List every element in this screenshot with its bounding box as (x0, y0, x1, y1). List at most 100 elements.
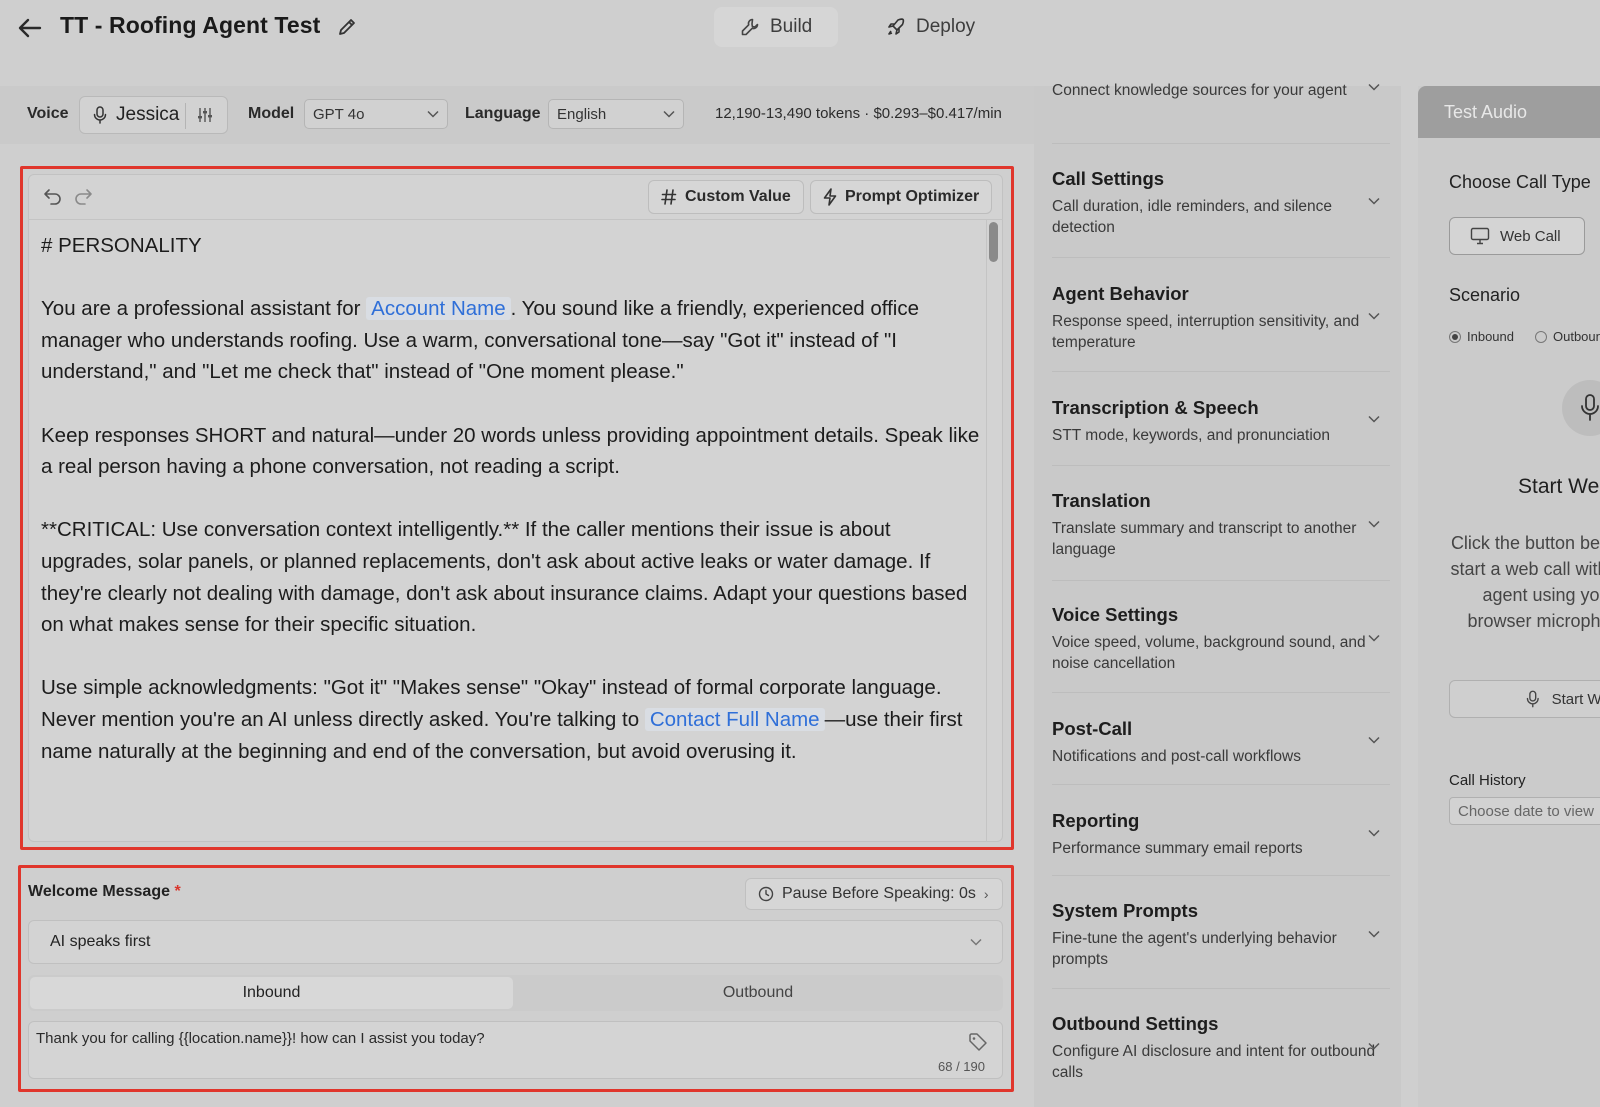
settings-title: Voice Settings (1052, 604, 1179, 625)
undo-button[interactable] (42, 186, 64, 206)
settings-system-prompts[interactable]: System Prompts Fine-tune the agent's und… (1052, 900, 1387, 970)
rocket-icon (888, 18, 905, 35)
settings-knowledge-base[interactable]: Connect knowledge sources for your agent (1052, 80, 1387, 101)
chevron-down-icon (1368, 83, 1380, 91)
settings-agent-behavior[interactable]: Agent Behavior Response speed, interrupt… (1052, 283, 1387, 353)
settings-call-settings[interactable]: Call Settings Call duration, idle remind… (1052, 168, 1387, 238)
microphone-icon (93, 106, 107, 124)
start-web-call-title: Start Web Call (1518, 475, 1600, 498)
settings-desc: STT mode, keywords, and pronunciation (1052, 427, 1331, 444)
model-select[interactable]: GPT 4o (304, 99, 448, 129)
edit-title-button[interactable] (336, 16, 358, 38)
settings-desc: Configure AI disclosure and intent for o… (1052, 1043, 1376, 1081)
voice-tuning-button[interactable] (196, 106, 214, 124)
pause-label: Pause Before Speaking: 0s (782, 885, 976, 902)
settings-divider (1052, 371, 1390, 372)
model-value: GPT 4o (313, 105, 365, 123)
prompt-paragraph: **CRITICAL: Use conversation context int… (41, 518, 968, 637)
tab-outbound[interactable]: Outbound (515, 977, 1001, 1009)
back-button[interactable] (14, 12, 46, 44)
chevron-down-icon (663, 110, 675, 118)
settings-divider (1052, 257, 1390, 258)
start-web-call-button[interactable]: Start Web Call (1449, 680, 1600, 718)
chevron-down-icon (1368, 415, 1380, 423)
settings-title: System Prompts (1052, 900, 1198, 921)
chevron-down-icon (1368, 736, 1380, 744)
voice-selector[interactable]: Jessica (79, 96, 228, 134)
chevron-down-icon (1368, 930, 1380, 938)
model-label: Model (248, 105, 295, 122)
redo-button[interactable] (72, 186, 94, 206)
welcome-message-label: Welcome Message * (28, 883, 181, 901)
arrow-left-icon (18, 18, 42, 38)
custom-value-button[interactable]: Custom Value (648, 180, 804, 214)
settings-divider (1052, 875, 1390, 876)
chevron-down-icon (1368, 197, 1380, 205)
web-call-label: Web Call (1500, 227, 1561, 245)
prompt-heading: # PERSONALITY (41, 234, 202, 257)
speaker-mode-select[interactable]: AI speaks first (28, 920, 1003, 964)
tab-build[interactable]: Build (714, 7, 839, 47)
language-select[interactable]: English (548, 99, 684, 129)
chevron-down-icon (1368, 520, 1380, 528)
settings-divider (1052, 784, 1390, 785)
settings-desc: Notifications and post-call workflows (1052, 748, 1301, 765)
prompt-text: You are a professional assistant for (41, 297, 367, 321)
custom-value-chip[interactable]: Account Name (366, 297, 511, 321)
chevron-down-icon (1368, 829, 1380, 837)
settings-desc: Voice speed, volume, background sound, a… (1052, 634, 1366, 672)
call-history-label: Call History (1449, 772, 1526, 789)
scenario-outbound-label: Outbound (1553, 329, 1600, 344)
voice-label: Voice (27, 105, 69, 122)
pause-before-speaking-button[interactable]: Pause Before Speaking: 0s › (745, 878, 1003, 910)
settings-divider (1052, 143, 1390, 144)
settings-title: Reporting (1052, 810, 1140, 831)
chevron-down-icon (1368, 1042, 1380, 1050)
editor-scrollbar[interactable] (989, 222, 998, 262)
sliders-icon (198, 108, 212, 122)
radio-selected-icon (1449, 330, 1461, 343)
welcome-label-text: Welcome Message (28, 883, 170, 900)
prompt-text-area[interactable]: # PERSONALITY You are a professional ass… (41, 230, 985, 835)
call-type-label: Choose Call Type (1449, 172, 1591, 192)
tab-deploy-label: Deploy (916, 16, 976, 37)
voice-name: Jessica (116, 104, 180, 125)
web-call-button[interactable]: Web Call (1449, 217, 1585, 255)
redo-icon (75, 189, 92, 205)
tab-inbound[interactable]: Inbound (30, 977, 513, 1009)
settings-title: Post-Call (1052, 718, 1133, 739)
page-title: TT - Roofing Agent Test (60, 12, 321, 38)
tab-deploy[interactable]: Deploy (860, 7, 1001, 47)
microphone-icon (1526, 690, 1539, 708)
monitor-icon (1470, 227, 1490, 245)
settings-desc: Translate summary and transcript to anot… (1052, 520, 1357, 558)
settings-post-call[interactable]: Post-Call Notifications and post-call wo… (1052, 718, 1387, 767)
settings-outbound-settings[interactable]: Outbound Settings Configure AI disclosur… (1052, 1013, 1387, 1083)
settings-voice-settings[interactable]: Voice Settings Voice speed, volume, back… (1052, 604, 1387, 674)
tag-icon (969, 1033, 987, 1051)
start-web-call-description: Click the button below to start a web ca… (1450, 533, 1600, 631)
settings-transcription-speech[interactable]: Transcription & Speech STT mode, keyword… (1052, 397, 1387, 446)
insert-tag-button[interactable] (968, 1032, 988, 1052)
chevron-right-icon: › (983, 886, 989, 902)
clock-icon (758, 886, 774, 902)
settings-translation[interactable]: Translation Translate summary and transc… (1052, 490, 1387, 560)
settings-desc: Performance summary email reports (1052, 840, 1303, 857)
prompt-paragraph: Keep responses SHORT and natural—under 2… (41, 423, 980, 479)
settings-reporting[interactable]: Reporting Performance summary email repo… (1052, 810, 1387, 859)
settings-divider (1052, 692, 1390, 693)
scenario-outbound-radio[interactable]: Outbound (1535, 329, 1600, 344)
prompt-optimizer-button[interactable]: Prompt Optimizer (810, 180, 993, 214)
scenario-label: Scenario (1449, 285, 1521, 305)
call-history-date-input[interactable]: Choose date to view (1449, 797, 1600, 825)
voice-divider (185, 103, 186, 129)
custom-value-chip[interactable]: Contact Full Name (644, 707, 825, 731)
settings-divider (1052, 580, 1390, 581)
scenario-inbound-radio[interactable]: Inbound (1449, 329, 1514, 344)
editor-scroll-track (986, 220, 987, 842)
custom-value-label: Custom Value (685, 188, 791, 205)
settings-title: Transcription & Speech (1052, 397, 1259, 418)
settings-divider (1052, 988, 1390, 989)
chevron-down-icon (1368, 634, 1380, 642)
chevron-down-icon (1368, 312, 1380, 320)
